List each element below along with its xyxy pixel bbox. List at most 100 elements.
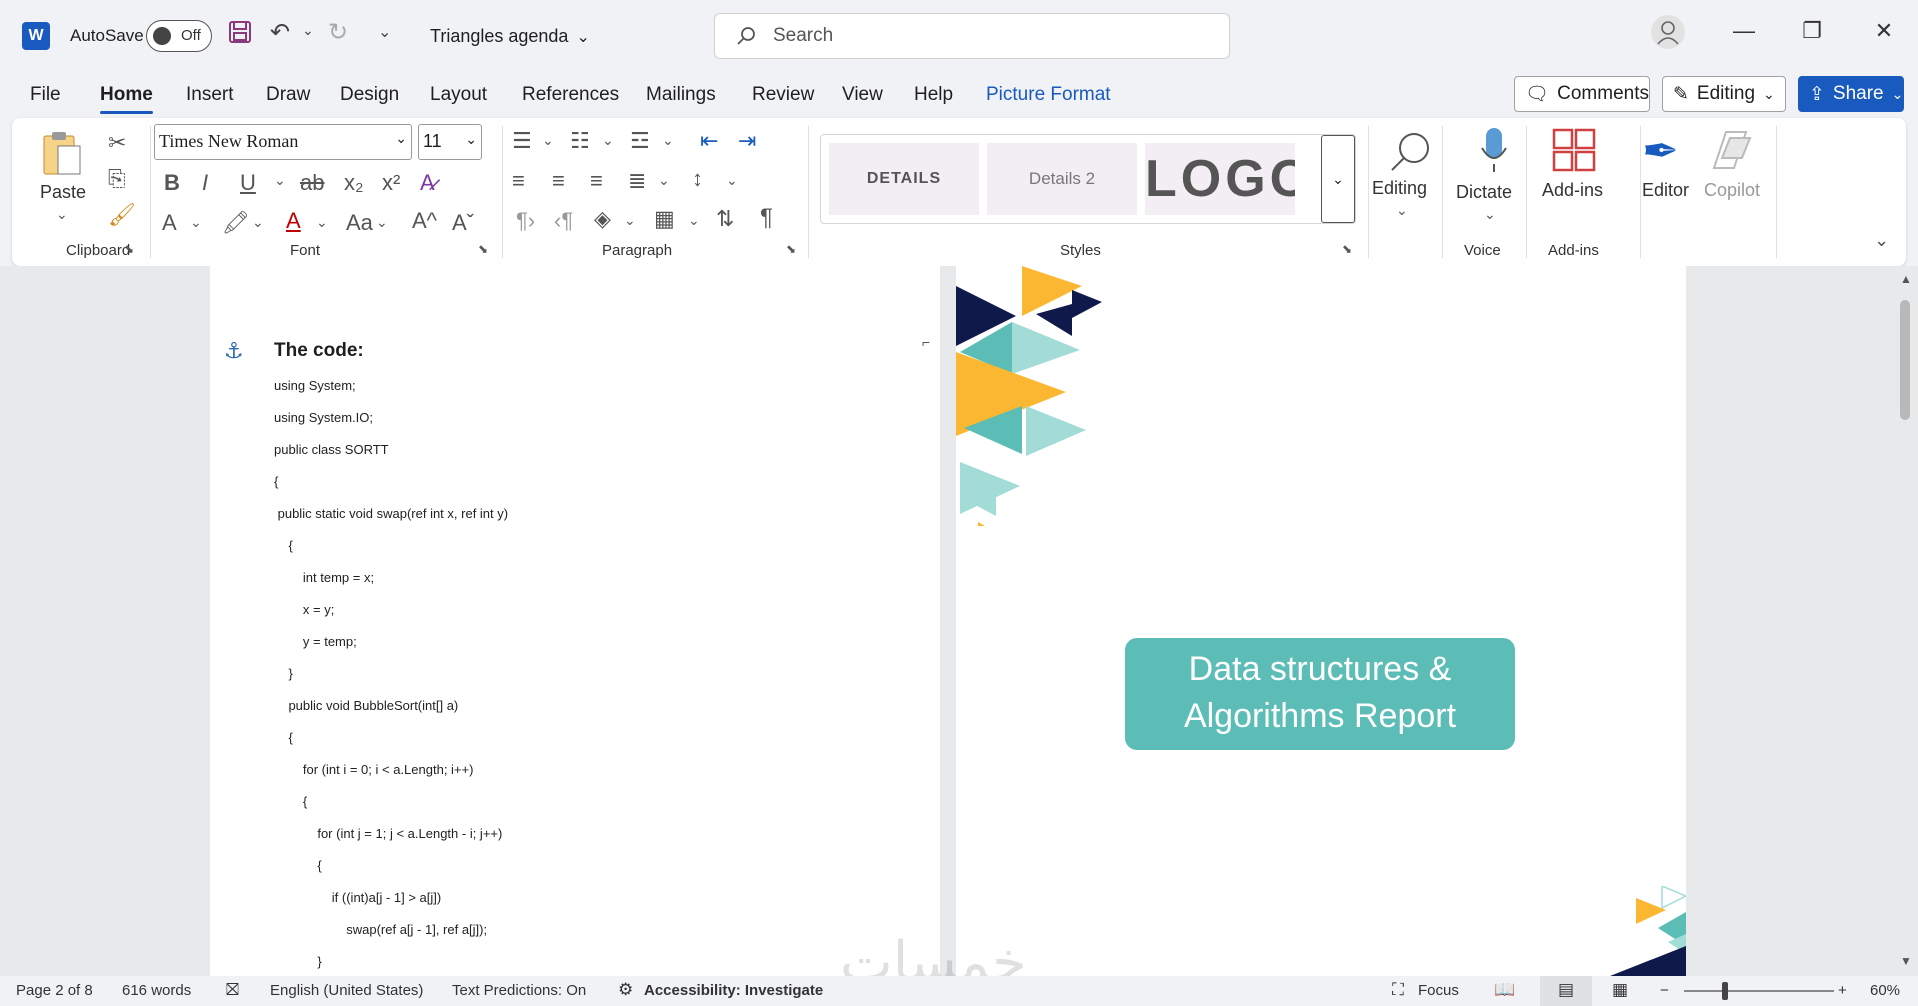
font-size-select[interactable]: 11 ⌄	[418, 124, 482, 160]
grow-font-icon[interactable]: A^	[412, 208, 437, 234]
bullets-icon[interactable]: ☰	[512, 128, 532, 154]
print-layout-icon[interactable]: ▤	[1540, 976, 1592, 1006]
editor-button[interactable]: Editor	[1642, 180, 1689, 201]
undo-icon[interactable]: ↶	[270, 18, 290, 47]
paste-icon[interactable]	[40, 128, 84, 184]
editing-group-button[interactable]: Editing	[1372, 178, 1427, 199]
tab-insert[interactable]: Insert	[186, 84, 234, 106]
zoom-slider[interactable]	[1684, 982, 1834, 1000]
tab-references[interactable]: References	[522, 84, 619, 106]
document-title[interactable]: Triangles agenda ⌄	[430, 26, 590, 47]
style-tile-details-2[interactable]: Details 2	[987, 143, 1137, 215]
proofing-icon[interactable]: ⛝	[226, 980, 239, 1000]
web-layout-icon[interactable]: ▦	[1612, 980, 1628, 1000]
close-icon[interactable]: ✕	[1864, 18, 1904, 44]
bold-icon[interactable]: B	[164, 170, 180, 196]
comment-marker-icon[interactable]: ⌐	[922, 334, 930, 350]
sort-icon[interactable]: ⇅	[716, 206, 734, 232]
format-painter-icon[interactable]: 🖌	[108, 202, 136, 228]
zoom-slider-thumb[interactable]	[1722, 982, 1728, 1000]
cut-icon[interactable]: ✂	[108, 130, 126, 156]
zoom-out-icon[interactable]: −	[1660, 982, 1669, 999]
accessibility-status[interactable]: Accessibility: Investigate	[644, 982, 823, 999]
restore-icon[interactable]: ❐	[1792, 18, 1832, 44]
scroll-thumb[interactable]	[1900, 300, 1910, 420]
align-center-icon[interactable]: ≡	[552, 168, 565, 194]
scroll-up-icon[interactable]: ▲	[1900, 272, 1912, 286]
anchor-icon[interactable]: ⚓	[224, 338, 244, 364]
scroll-down-icon[interactable]: ▼	[1900, 954, 1912, 968]
tab-draw[interactable]: Draw	[266, 84, 310, 106]
tab-picture-format[interactable]: Picture Format	[986, 84, 1111, 106]
decrease-indent-icon[interactable]: ⇤	[700, 128, 718, 154]
dialog-launcher-icon[interactable]: ⬊	[1342, 242, 1352, 256]
style-tile-details[interactable]: DETAILS	[829, 143, 979, 215]
clear-formatting-icon[interactable]: A̷	[420, 170, 435, 196]
multilevel-dropdown-icon[interactable]: ⌄	[662, 132, 674, 149]
dialog-launcher-icon[interactable]: ⬊	[478, 242, 488, 256]
highlight-icon[interactable]: 🖍	[222, 210, 250, 236]
rtl-icon[interactable]: ‹¶	[554, 208, 573, 234]
underline-dropdown-icon[interactable]: ⌄	[274, 172, 286, 189]
font-family-select[interactable]: Times New Roman ⌄	[154, 124, 412, 160]
numbering-icon[interactable]: ☷	[570, 128, 590, 154]
tab-design[interactable]: Design	[340, 84, 399, 106]
italic-icon[interactable]: I	[202, 170, 208, 196]
undo-dropdown-icon[interactable]: ⌄	[302, 22, 314, 39]
justify-icon[interactable]: ≣	[628, 168, 646, 194]
tab-review[interactable]: Review	[752, 84, 814, 106]
line-spacing-icon[interactable]: ↕	[692, 166, 703, 192]
align-right-icon[interactable]: ≡	[590, 168, 603, 194]
shrink-font-icon[interactable]: Aˇ	[452, 210, 474, 236]
paste-label[interactable]: Paste	[40, 182, 86, 203]
page-right[interactable]: Data structures & Algorithms Report	[956, 266, 1686, 976]
tab-home[interactable]: Home	[100, 84, 153, 114]
editing-mode-button[interactable]: ✎ Editing ⌄	[1662, 76, 1786, 112]
strikethrough-icon[interactable]: ab	[300, 170, 324, 196]
microphone-icon[interactable]	[1478, 126, 1510, 182]
zoom-in-icon[interactable]: +	[1838, 982, 1847, 999]
word-count[interactable]: 616 words	[122, 982, 191, 999]
dialog-launcher-icon[interactable]: ⬊	[124, 242, 134, 256]
editing-dropdown-icon[interactable]: ⌄	[1396, 202, 1408, 219]
highlight-dropdown-icon[interactable]: ⌄	[252, 214, 264, 231]
bullets-dropdown-icon[interactable]: ⌄	[542, 132, 554, 149]
numbering-dropdown-icon[interactable]: ⌄	[602, 132, 614, 149]
change-case-icon[interactable]: Aa	[346, 210, 373, 236]
paste-dropdown-icon[interactable]: ⌄	[56, 206, 68, 223]
show-marks-icon[interactable]: ¶	[760, 204, 773, 232]
shading-icon[interactable]: ◈	[594, 206, 611, 232]
shading-dropdown-icon[interactable]: ⌄	[624, 212, 636, 229]
customize-qat-icon[interactable]: ⌄	[378, 22, 391, 42]
text-effects-icon[interactable]: A	[162, 210, 177, 236]
search-box[interactable]: Search	[714, 13, 1230, 59]
font-color-icon[interactable]: A	[286, 208, 301, 234]
tab-view[interactable]: View	[842, 84, 883, 106]
superscript-icon[interactable]: x²	[382, 170, 400, 196]
dialog-launcher-icon[interactable]: ⬊	[786, 242, 796, 256]
underline-icon[interactable]: U	[240, 170, 256, 196]
change-case-dropdown-icon[interactable]: ⌄	[376, 214, 388, 231]
account-avatar[interactable]	[1648, 14, 1688, 56]
autosave-toggle[interactable]: Off	[146, 20, 212, 52]
add-ins-icon[interactable]	[1552, 128, 1596, 178]
page-count[interactable]: Page 2 of 8	[16, 982, 93, 999]
dictate-button[interactable]: Dictate	[1456, 182, 1512, 203]
page-left[interactable]: ⚓ The code: using System; using System.I…	[210, 266, 940, 976]
text-effects-dropdown-icon[interactable]: ⌄	[190, 214, 202, 231]
editor-icon[interactable]: ✒	[1642, 126, 1679, 177]
style-tile-logo[interactable]: LOGO	[1145, 143, 1295, 215]
tab-help[interactable]: Help	[914, 84, 953, 106]
minimize-icon[interactable]: —	[1724, 18, 1764, 44]
dictate-dropdown-icon[interactable]: ⌄	[1484, 206, 1496, 223]
redo-icon[interactable]: ↻	[328, 18, 348, 47]
font-color-dropdown-icon[interactable]: ⌄	[316, 214, 328, 231]
line-spacing-dropdown-icon[interactable]: ⌄	[726, 172, 738, 189]
save-icon[interactable]	[228, 20, 252, 44]
copilot-button[interactable]: Copilot	[1704, 180, 1760, 201]
zoom-level[interactable]: 60%	[1870, 982, 1900, 999]
styles-more-button[interactable]: ⌄	[1321, 135, 1355, 223]
collapse-ribbon-icon[interactable]: ⌄	[1874, 230, 1889, 251]
copilot-icon[interactable]	[1706, 128, 1754, 178]
borders-dropdown-icon[interactable]: ⌄	[688, 212, 700, 229]
